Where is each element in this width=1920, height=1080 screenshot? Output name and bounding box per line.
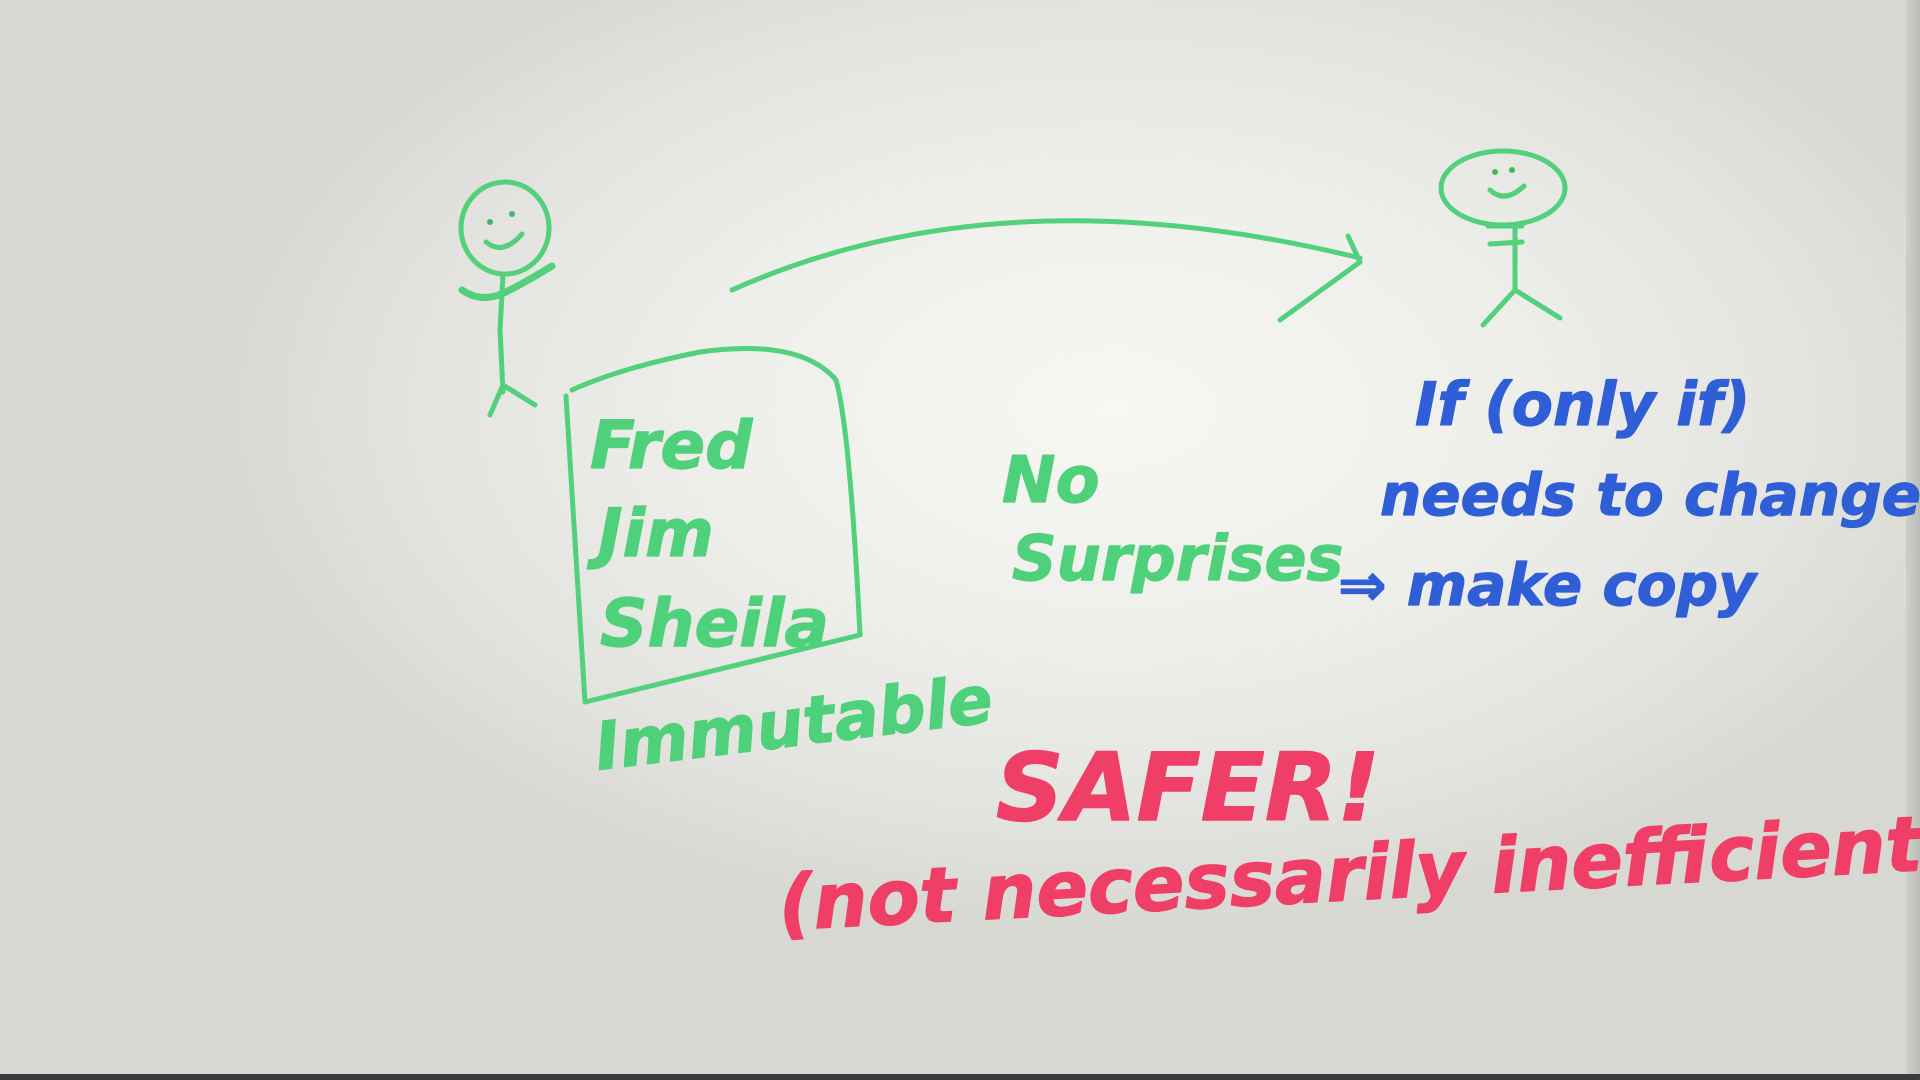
list-caption: Immutable	[591, 661, 997, 786]
right-note-line: needs to change	[1380, 461, 1920, 529]
stick-figure-left-icon	[458, 179, 556, 418]
conclusion-text: SAFER!	[996, 734, 1380, 843]
middle-note-line: Surprises	[1012, 522, 1343, 595]
right-note-line: If (only if)	[1415, 370, 1750, 440]
list-item: Fred	[590, 407, 753, 484]
whiteboard: Fred Jim Sheila Immutable No Surprises I…	[0, 0, 1920, 1080]
list-item: Sheila	[600, 585, 829, 662]
stick-figure-right-icon	[1438, 148, 1568, 328]
middle-note-line: No	[1002, 444, 1100, 518]
right-note-line: ⇒ make copy	[1338, 551, 1758, 619]
whiteboard-drawing: Fred Jim Sheila Immutable No Surprises I…	[458, 148, 1920, 949]
arrow-icon	[729, 218, 1363, 323]
list-item: Jim	[587, 495, 714, 572]
